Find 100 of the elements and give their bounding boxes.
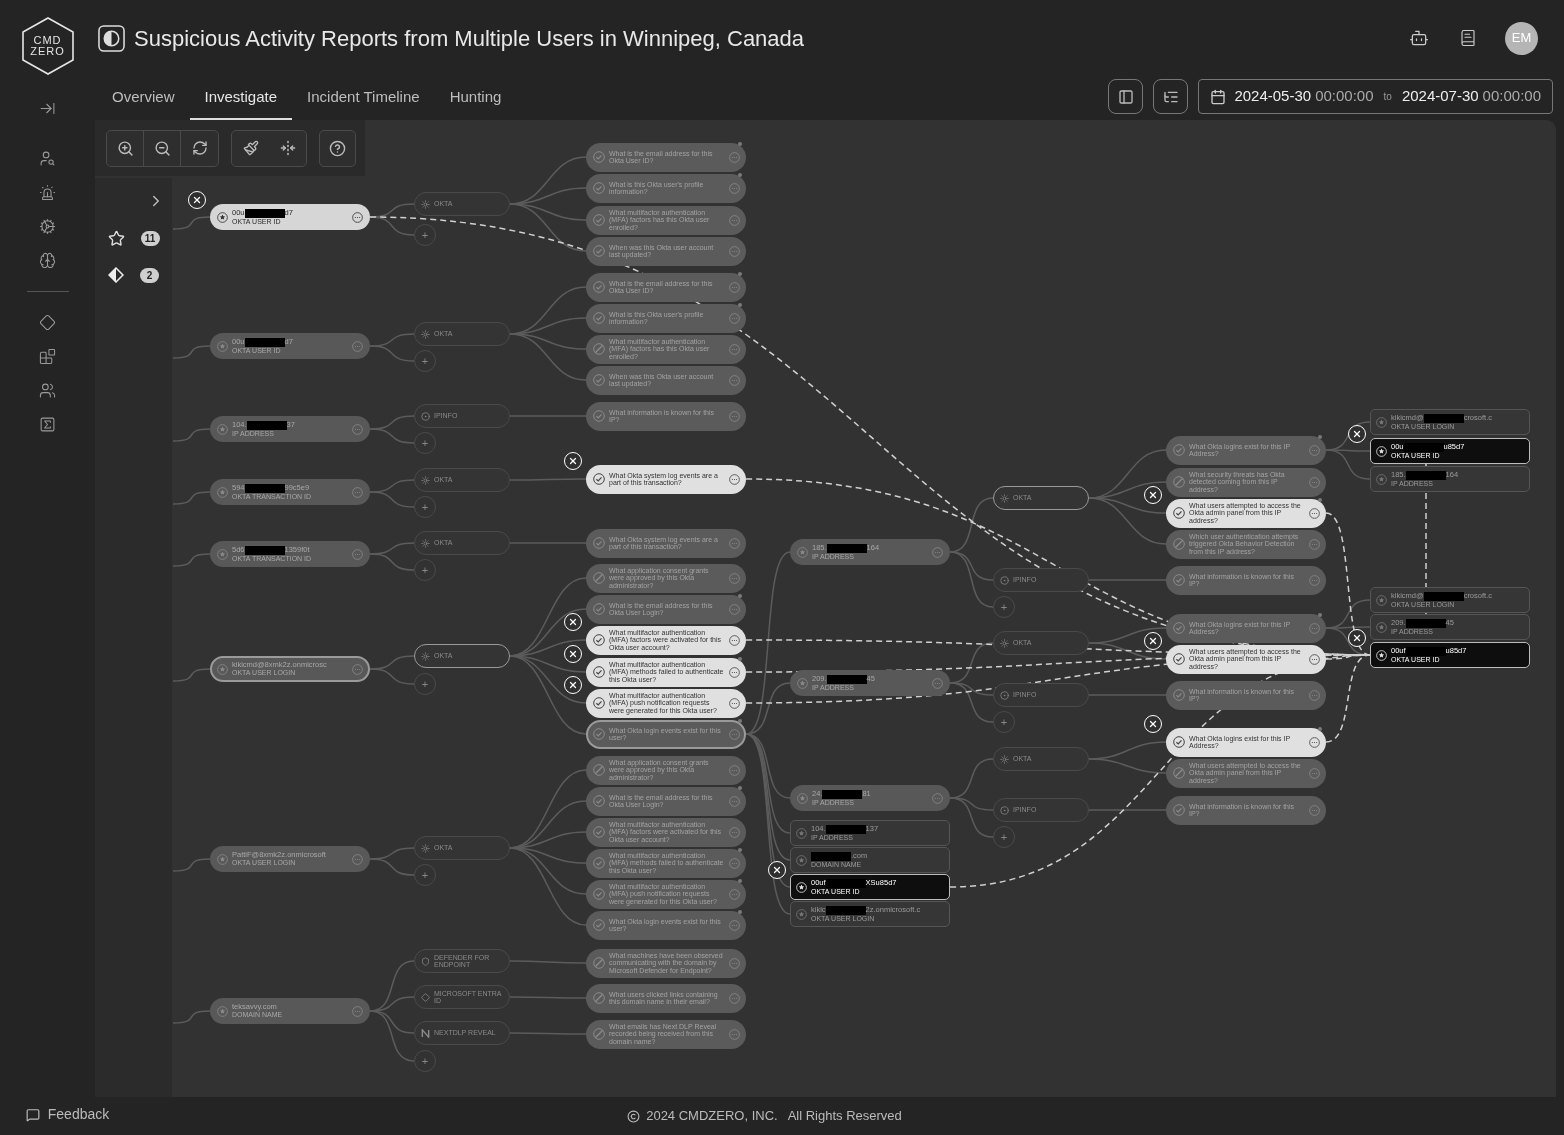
more-icon <box>729 343 740 355</box>
shield-icon <box>421 956 430 966</box>
connector-line <box>369 668 415 685</box>
remove-button[interactable] <box>1348 425 1366 443</box>
connector-line <box>172 553 211 567</box>
close-icon <box>568 616 578 627</box>
end-time: 00:00:00 <box>1482 86 1541 107</box>
close-icon <box>568 455 578 466</box>
diamond-icon <box>421 992 430 1002</box>
connector-line <box>172 428 211 442</box>
star-icon <box>796 827 807 839</box>
remove-button[interactable] <box>1348 629 1366 647</box>
book-icon[interactable] <box>1459 29 1477 47</box>
logo[interactable]: CMD ZERO <box>19 16 76 76</box>
connector-line <box>172 216 211 230</box>
remove-button[interactable] <box>564 612 582 631</box>
start-date: 2024-05-30 <box>1234 86 1312 107</box>
help-button[interactable] <box>319 129 356 167</box>
remove-button[interactable] <box>564 644 582 663</box>
more-icon <box>1309 622 1320 634</box>
more-icon <box>352 340 363 352</box>
connector-line <box>172 668 211 682</box>
more-icon <box>1309 689 1320 701</box>
sun-icon <box>421 651 430 661</box>
star-icon <box>1376 621 1387 633</box>
remove-button[interactable] <box>564 451 582 470</box>
feedback-button[interactable]: Feedback <box>25 1104 110 1125</box>
start-time: 00:00:00 <box>1315 86 1374 107</box>
investigator-icon[interactable] <box>39 150 56 167</box>
tab[interactable]: Overview <box>97 85 190 120</box>
footer-company: 2024 CMDZERO, INC. <box>646 1107 778 1126</box>
tab[interactable]: Hunting <box>434 85 517 120</box>
remove-button[interactable] <box>1144 485 1162 504</box>
more-icon <box>932 677 943 689</box>
brain-icon[interactable] <box>39 252 56 269</box>
zoom-out-icon <box>153 139 171 157</box>
more-icon <box>729 992 740 1004</box>
dot-circle-icon <box>1000 805 1009 815</box>
more-icon <box>352 663 363 675</box>
more-icon <box>729 1028 740 1040</box>
end-date: 2024-07-30 <box>1401 86 1479 107</box>
more-icon <box>729 764 740 776</box>
robot-icon[interactable] <box>1409 28 1429 48</box>
list-toggle-button[interactable] <box>1153 79 1189 114</box>
more-icon <box>729 728 740 740</box>
remove-button[interactable] <box>188 191 206 209</box>
connector-line <box>172 491 211 505</box>
star-icon <box>1376 416 1387 428</box>
star-icon <box>796 881 807 893</box>
tab[interactable]: Incident Timeline <box>292 85 435 120</box>
users-icon[interactable] <box>39 382 56 399</box>
star-icon[interactable] <box>107 230 125 247</box>
sun-icon <box>421 199 430 209</box>
alarm-icon[interactable] <box>39 184 56 201</box>
diamond-icon[interactable] <box>39 314 56 331</box>
remove-button[interactable] <box>1144 714 1162 733</box>
remove-button[interactable] <box>1144 631 1162 650</box>
star-icon <box>796 908 807 920</box>
sigma-icon[interactable] <box>39 416 56 433</box>
more-icon <box>352 423 363 435</box>
remove-button[interactable] <box>768 861 786 879</box>
panel-toggle-button[interactable] <box>1108 79 1144 114</box>
blocks-icon[interactable] <box>39 348 56 365</box>
collapse-icon <box>279 140 296 156</box>
close-icon <box>1148 635 1158 646</box>
more-icon <box>729 245 740 257</box>
more-icon <box>729 603 740 615</box>
star-icon <box>217 423 228 435</box>
star-icon <box>797 677 808 689</box>
connector-line <box>369 491 415 508</box>
sun-icon <box>1000 638 1009 648</box>
star-icon <box>217 548 228 560</box>
connector-line <box>369 345 415 362</box>
more-icon <box>729 857 740 869</box>
star-icon <box>1376 473 1387 485</box>
more-icon <box>352 853 363 865</box>
date-range-field[interactable]: 2024-05-30 00:00:00 to 2024-07-30 00:00:00 <box>1198 79 1553 114</box>
expand-sidebar-icon[interactable] <box>39 100 56 117</box>
star-icon <box>217 663 228 675</box>
star-icon <box>1376 445 1387 457</box>
half-diamond-icon[interactable] <box>108 267 124 283</box>
sun-icon <box>421 538 430 548</box>
more-icon <box>729 572 740 584</box>
more-icon <box>1309 574 1320 586</box>
remove-button[interactable] <box>564 675 582 694</box>
graph-canvas[interactable] <box>95 120 1556 1097</box>
more-icon <box>729 666 740 678</box>
more-icon <box>932 546 943 558</box>
copyright-icon <box>627 1109 641 1123</box>
page-title: Suspicious Activity Reports from Multiple Users in Winnipeg, Canada <box>134 24 805 53</box>
help-icon <box>329 139 346 157</box>
star-icon <box>217 486 228 498</box>
more-icon <box>352 1005 363 1017</box>
user-avatar[interactable]: EM <box>1505 21 1538 55</box>
zoom-in-icon <box>116 139 134 157</box>
close-icon <box>568 679 578 690</box>
more-icon <box>352 548 363 560</box>
more-icon <box>729 214 740 226</box>
zigzag-icon <box>421 1028 430 1038</box>
dot-circle-icon <box>1000 690 1009 700</box>
